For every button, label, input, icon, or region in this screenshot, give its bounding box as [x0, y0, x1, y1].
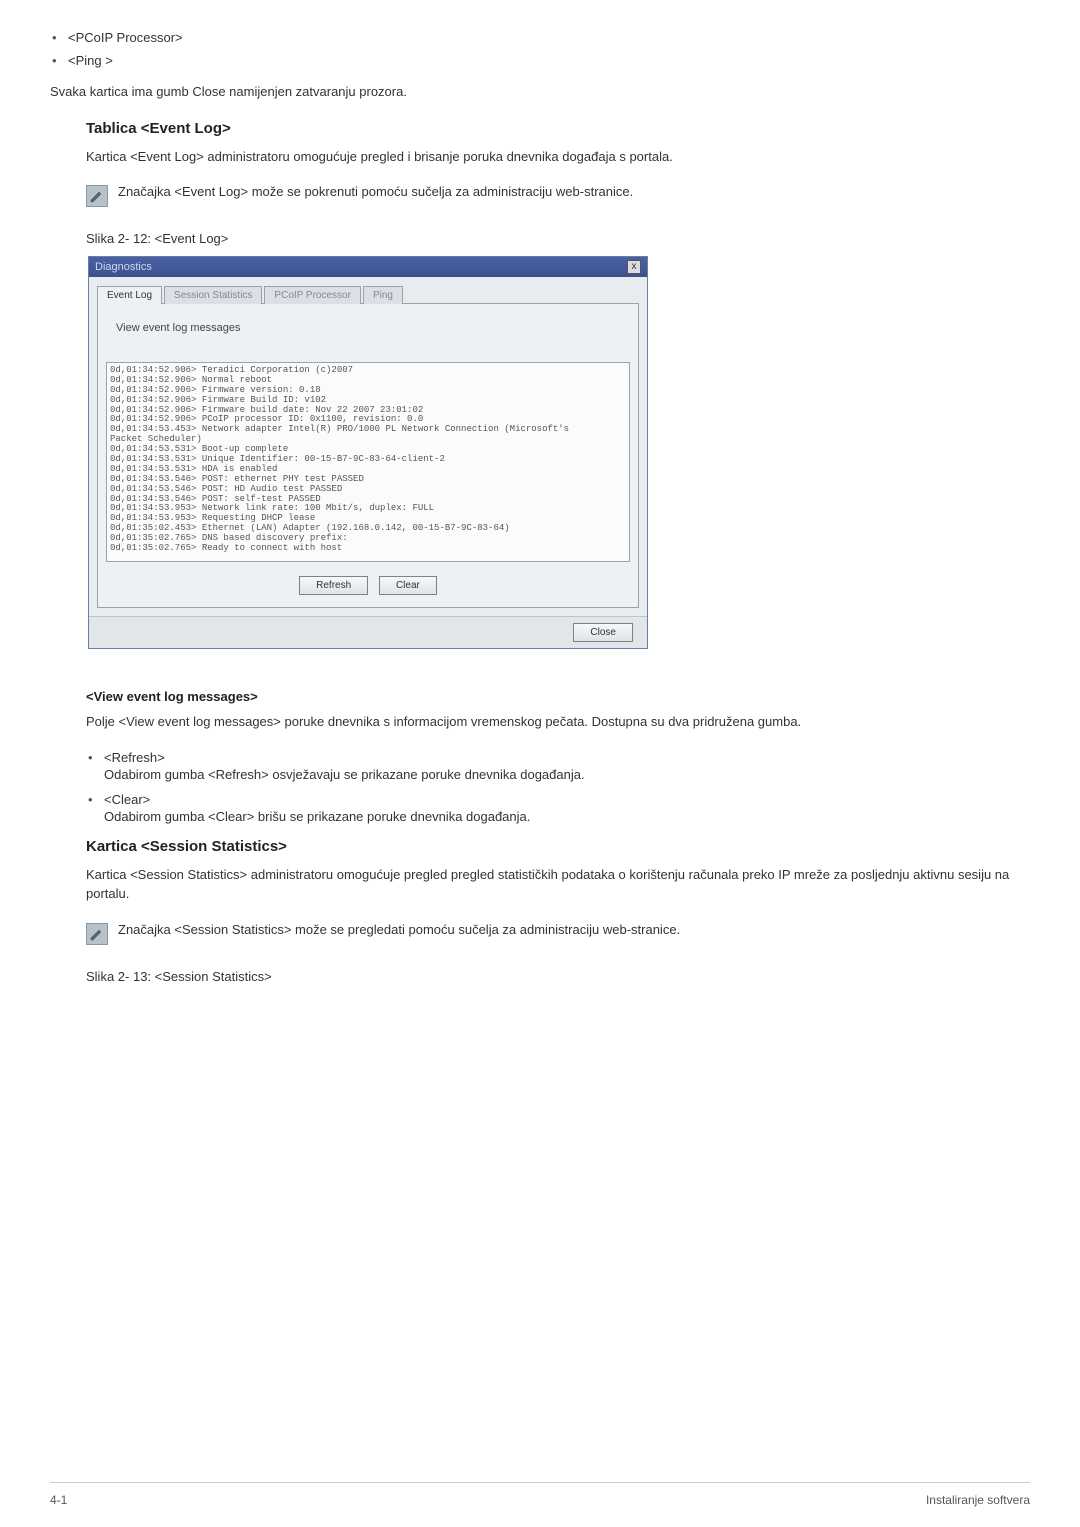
refresh-button[interactable]: Refresh [299, 576, 368, 595]
top-bullet-list: <PCoIP Processor> <Ping > [50, 30, 1030, 68]
pencil-note-icon [86, 185, 108, 207]
tab-event-log[interactable]: Event Log [97, 286, 162, 304]
tab-panel-event-log: View event log messages 0d,01:34:52.906>… [97, 304, 639, 608]
dialog-title-text: Diagnostics [95, 261, 152, 273]
section3-desc: Kartica <Session Statistics> administrat… [86, 865, 1010, 904]
clear-button[interactable]: Clear [379, 576, 437, 595]
footer-page-number: 4-1 [50, 1493, 67, 1507]
dialog-tabs: Event Log Session Statistics PCoIP Proce… [97, 285, 639, 304]
bullet-ping: <Ping > [50, 53, 1030, 68]
refresh-clear-list: <Refresh> Odabirom gumba <Refresh> osvje… [86, 750, 1010, 824]
event-log-textarea[interactable]: 0d,01:34:52.906> Teradici Corporation (c… [106, 362, 630, 562]
close-button[interactable]: Close [573, 623, 633, 642]
note-row-session-statistics: Značajka <Session Statistics> može se pr… [86, 922, 1010, 945]
pencil-note-icon [86, 923, 108, 945]
subheading-view-event-log: <View event log messages> [86, 689, 1010, 704]
note-text-event-log: Značajka <Event Log> može se pokrenuti p… [118, 184, 633, 199]
dialog-close-button[interactable]: x [627, 260, 641, 274]
desc-refresh: Odabirom gumba <Refresh> osvježavaju se … [86, 767, 1010, 782]
tab-session-statistics[interactable]: Session Statistics [164, 286, 262, 304]
dialog-titlebar: Diagnostics x [89, 257, 647, 277]
desc-clear: Odabirom gumba <Clear> brišu se prikazan… [86, 809, 1010, 824]
panel-title: View event log messages [116, 322, 630, 334]
footer-section-title: Instaliranje softvera [926, 1493, 1030, 1507]
tab-pcoip-processor[interactable]: PCoIP Processor [264, 286, 361, 304]
section1-desc: Kartica <Event Log> administratoru omogu… [86, 147, 1010, 167]
figure-caption-session-statistics: Slika 2- 13: <Session Statistics> [86, 969, 1010, 984]
page-footer: 4-1 Instaliranje softvera [50, 1482, 1030, 1507]
note-row-event-log: Značajka <Event Log> može se pokrenuti p… [86, 184, 1010, 207]
bullet-pcoip-processor: <PCoIP Processor> [50, 30, 1030, 45]
intro-paragraph: Svaka kartica ima gumb Close namijenjen … [50, 82, 1030, 102]
tab-ping[interactable]: Ping [363, 286, 403, 304]
section2-desc: Polje <View event log messages> poruke d… [86, 712, 1010, 732]
section-heading-session-statistics: Kartica <Session Statistics> [86, 838, 1010, 855]
bullet-clear: <Clear> [86, 792, 1010, 807]
bullet-refresh: <Refresh> [86, 750, 1010, 765]
note-text-session-statistics: Značajka <Session Statistics> može se pr… [118, 922, 680, 937]
section-heading-event-log: Tablica <Event Log> [86, 120, 1010, 137]
diagnostics-dialog: Diagnostics x Event Log Session Statisti… [88, 256, 648, 649]
figure-caption-event-log: Slika 2- 12: <Event Log> [86, 231, 1010, 246]
